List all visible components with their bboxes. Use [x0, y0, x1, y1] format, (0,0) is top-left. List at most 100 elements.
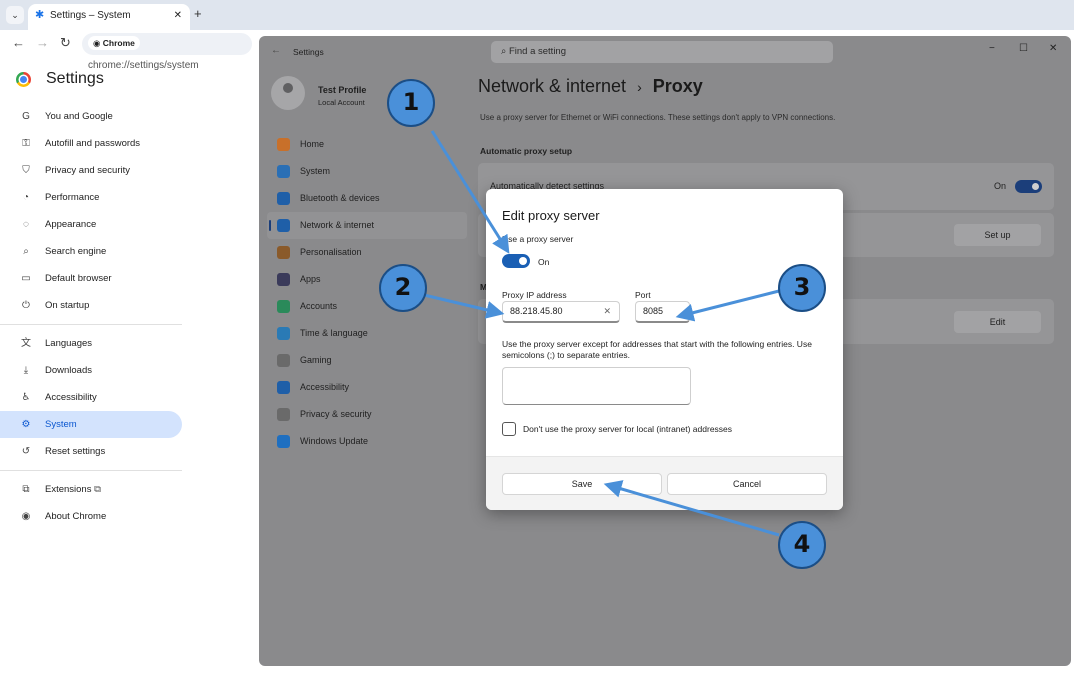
annotation-badge-4: 4 [778, 521, 826, 569]
cancel-button[interactable]: Cancel [667, 473, 827, 495]
port-field[interactable]: 8085 [635, 301, 690, 323]
reload-icon[interactable]: ↻ [60, 35, 71, 51]
tab-title: Settings – System [50, 10, 131, 21]
profile-account-type: Local Account [318, 98, 365, 107]
chrome-nav-label: Accessibility [45, 392, 97, 403]
auto-detect-state: On [994, 181, 1007, 191]
close-tab-icon[interactable]: ✕ [174, 4, 182, 28]
chrome-nav-item-about-chrome[interactable]: ◉ About Chrome [0, 503, 182, 530]
chrome-nav-item-languages[interactable]: 文 Languages [0, 330, 182, 357]
forward-arrow-icon[interactable]: → [36, 35, 49, 50]
chrome-icon: ◉ [93, 38, 103, 48]
chrome-nav-item-accessibility[interactable]: ♿ Accessibility [0, 384, 182, 411]
chrome-nav-item-autofill-and-passwords[interactable]: ⚿ Autofill and passwords [0, 130, 182, 157]
chrome-nav-item-on-startup[interactable]: ⏻ On startup [0, 292, 182, 319]
privacy-and-security-icon: ⛉ [22, 165, 30, 176]
browser-tab-strip: ⌄ ✱ Settings – System ✕ + [0, 0, 1074, 30]
use-proxy-toggle[interactable] [502, 254, 530, 268]
home-icon [277, 138, 290, 151]
windows-nav-label: Bluetooth & devices [300, 193, 380, 203]
chrome-nav-item-extensions[interactable]: ⧉ Extensions ⧉ [0, 476, 182, 503]
windows-nav-item-home[interactable]: Home [267, 131, 467, 158]
back-arrow-icon[interactable]: ← [271, 45, 281, 56]
windows-nav-item-privacy-security[interactable]: Privacy & security [267, 401, 467, 428]
windows-nav-item-accessibility[interactable]: Accessibility [267, 374, 467, 401]
chrome-nav-item-system[interactable]: ⚙ System [0, 411, 182, 438]
chrome-nav-label: System [45, 419, 77, 430]
breadcrumb-separator: › [637, 79, 642, 95]
windows-nav-item-system[interactable]: System [267, 158, 467, 185]
annotation-badge-1: 1 [387, 79, 435, 127]
close-window-icon[interactable]: ✕ [1049, 43, 1057, 54]
breadcrumb: Network & internet › Proxy [478, 76, 703, 97]
chrome-nav-item-downloads[interactable]: ⤓ Downloads [0, 357, 182, 384]
chrome-nav-item-you-and-google[interactable]: G You and Google [0, 103, 182, 130]
windows-nav-item-bluetooth-devices[interactable]: Bluetooth & devices [267, 185, 467, 212]
windows-nav-item-gaming[interactable]: Gaming [267, 347, 467, 374]
windows-nav-label: Gaming [300, 355, 332, 365]
chrome-settings-title: Settings [46, 70, 104, 87]
maximize-icon[interactable]: ☐ [1019, 43, 1028, 54]
chrome-settings-header: Settings [16, 68, 216, 94]
chrome-nav-item-appearance[interactable]: ◌ Appearance [0, 211, 182, 238]
auto-detect-toggle[interactable] [1015, 180, 1042, 193]
system-icon: ⚙ [21, 419, 31, 430]
breadcrumb-parent[interactable]: Network & internet [478, 76, 626, 96]
edit-button[interactable]: Edit [954, 311, 1041, 333]
chrome-nav-label: About Chrome [45, 511, 107, 522]
chrome-nav-item-search-engine[interactable]: ⌕ Search engine [0, 238, 182, 265]
chrome-nav-label: Privacy and security [45, 165, 131, 176]
proxy-ip-value: 88.218.45.80 [510, 306, 563, 316]
windows-nav-item-personalisation[interactable]: Personalisation [267, 239, 467, 266]
accounts-icon [277, 300, 290, 313]
windows-nav-item-windows-update[interactable]: Windows Update [267, 428, 467, 455]
back-arrow-icon[interactable]: ← [12, 35, 25, 50]
dialog-title: Edit proxy server [502, 208, 600, 223]
windows-nav-label: Privacy & security [300, 409, 372, 419]
windows-settings-nav: Home System Bluetooth & devices Network & i… [267, 131, 467, 455]
windows-nav-label: Network & internet [300, 220, 375, 230]
chrome-nav-label: Downloads [45, 365, 92, 376]
windows-nav-label: Accounts [300, 301, 338, 311]
local-bypass-checkbox[interactable] [502, 422, 516, 436]
exceptions-textarea[interactable] [502, 367, 691, 405]
settings-tab[interactable]: ✱ Settings – System ✕ [28, 4, 190, 30]
windows-nav-item-accounts[interactable]: Accounts [267, 293, 467, 320]
setup-button[interactable]: Set up [954, 224, 1041, 246]
default-browser-icon: ▭ [21, 273, 31, 284]
tab-search-button[interactable]: ⌄ [6, 6, 24, 24]
nav-divider [0, 470, 182, 471]
chrome-nav-item-performance[interactable]: ◔ Performance [0, 184, 182, 211]
clear-icon[interactable]: ✕ [603, 302, 611, 321]
nav-divider [0, 324, 182, 325]
windows-nav-item-time-language[interactable]: Time & language [267, 320, 467, 347]
address-bar[interactable]: ◉ Chromechrome://settings/system [82, 33, 252, 71]
external-link-icon: ⧉ [91, 484, 101, 495]
windows-nav-label: Apps [300, 274, 321, 284]
chrome-nav-label: Languages [45, 338, 93, 349]
page-title: Proxy [652, 76, 703, 96]
personalisation-icon [277, 246, 290, 259]
chrome-nav-item-default-browser[interactable]: ▭ Default browser [0, 265, 182, 292]
windows-nav-item-apps[interactable]: Apps [267, 266, 467, 293]
apps-icon [277, 273, 290, 286]
proxy-ip-field[interactable]: 88.218.45.80 ✕ [502, 301, 620, 323]
windows-nav-item-network-internet[interactable]: Network & internet [267, 212, 467, 239]
new-tab-button[interactable]: + [194, 6, 202, 21]
languages-icon: 文 [21, 338, 31, 349]
minimize-icon[interactable]: − [989, 43, 995, 54]
proxy-description: Use a proxy server for Ethernet or WiFi … [480, 113, 836, 122]
save-button[interactable]: Save [502, 473, 662, 495]
exceptions-help-text: Use the proxy server except for addresse… [502, 339, 812, 360]
windows-nav-label: Windows Update [300, 436, 369, 446]
chrome-nav-label: Default browser [45, 273, 112, 284]
find-setting-search[interactable]: ⌕ Find a setting [491, 41, 833, 63]
edit-proxy-dialog: Edit proxy server Use a proxy server On … [486, 189, 843, 510]
time-language-icon [277, 327, 290, 340]
chrome-nav-item-reset-settings[interactable]: ↺ Reset settings [0, 438, 182, 465]
chrome-nav-item-privacy-and-security[interactable]: ⛉ Privacy and security [0, 157, 182, 184]
port-label: Port [635, 290, 651, 300]
search-icon: ⌕ [501, 46, 509, 57]
chrome-settings-nav: G You and Google ⚿ Autofill and passwords ⛉ P… [0, 103, 182, 530]
windows-update-icon [277, 435, 290, 448]
